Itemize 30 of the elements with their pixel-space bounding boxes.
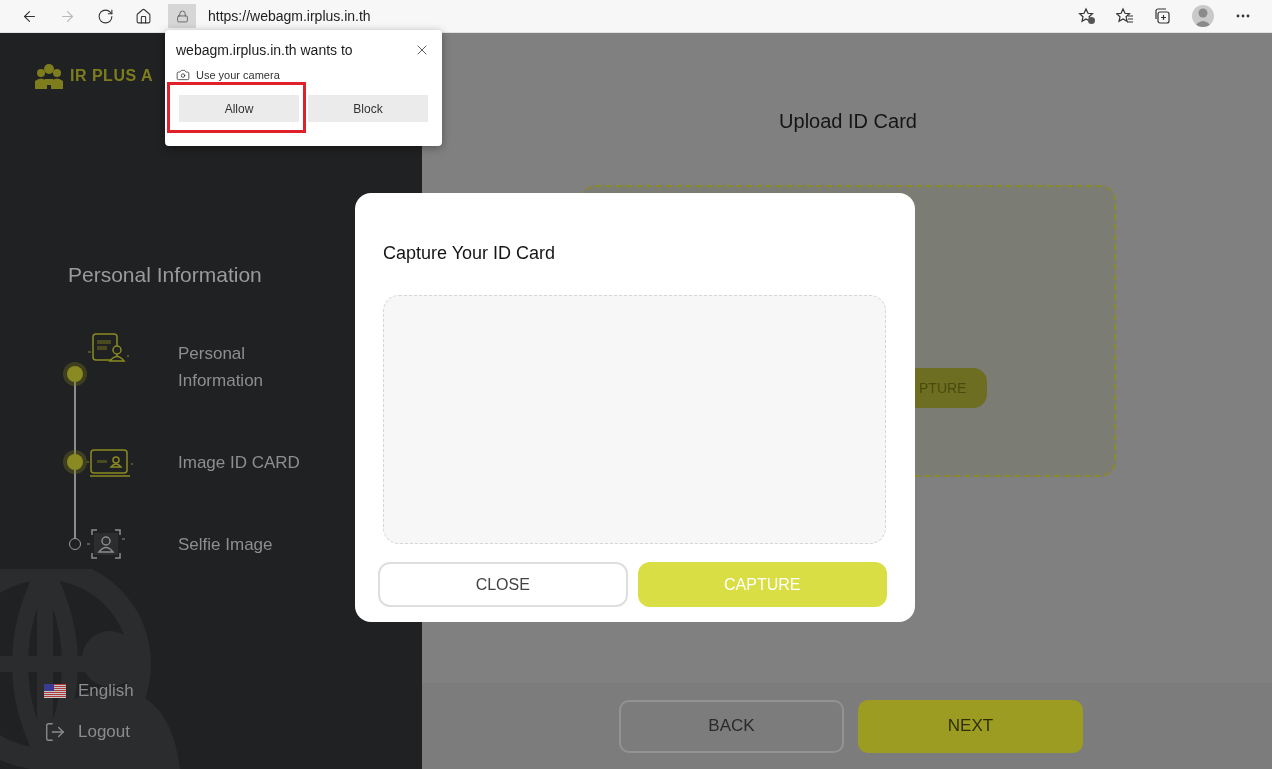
step-label[interactable]: Personal Information (178, 340, 298, 394)
profile-avatar[interactable] (1192, 5, 1214, 27)
team-logo-icon (34, 63, 64, 89)
block-button[interactable]: Block (308, 95, 428, 122)
back-button[interactable]: BACK (619, 699, 844, 753)
lock-icon (175, 9, 189, 23)
more-icon (1236, 14, 1250, 18)
camera-icon (176, 68, 190, 82)
profile-card-icon (86, 332, 130, 364)
selfie-frame-icon (86, 527, 126, 561)
id-card-icon (86, 446, 134, 478)
popup-title: webagm.irplus.in.th wants to (176, 42, 353, 58)
favorites-icon (1116, 7, 1134, 25)
star-plus-icon (1078, 7, 1096, 25)
logo-text: IR PLUS A (70, 67, 154, 85)
lock-button[interactable] (168, 4, 196, 28)
section-heading: Personal Information (68, 263, 263, 287)
home-icon (134, 7, 152, 25)
page-title: Upload ID Card (778, 110, 918, 133)
logout-link[interactable]: Logout (78, 722, 130, 742)
close-button[interactable]: CLOSE (378, 562, 628, 607)
permission-request: Use your camera (196, 69, 280, 81)
logout-icon (44, 721, 66, 743)
next-button[interactable]: NEXT (858, 699, 1083, 753)
allow-button[interactable]: Allow (179, 95, 299, 122)
collections-icon (1154, 7, 1172, 25)
language-link[interactable]: English (78, 681, 134, 701)
dialog-title: Capture Your ID Card (383, 243, 557, 264)
refresh-icon (96, 7, 114, 25)
us-flag-icon (44, 684, 66, 698)
